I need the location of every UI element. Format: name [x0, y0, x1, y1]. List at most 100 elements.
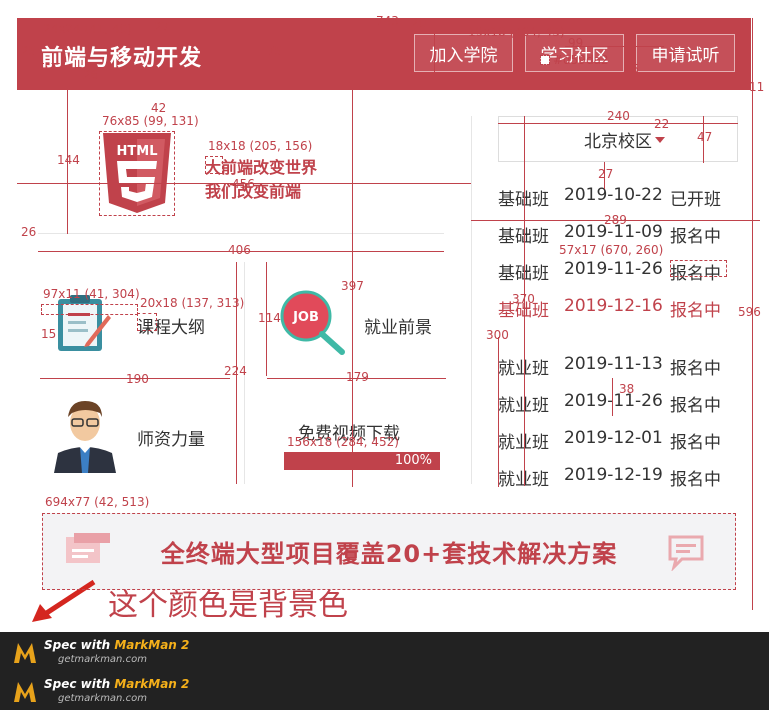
job-prospects-label[interactable]: 就业前景: [364, 313, 432, 338]
faculty-label[interactable]: 师资力量: [137, 425, 205, 450]
spec-label: 224: [224, 364, 247, 378]
campus-select-value: 北京校区: [584, 131, 652, 152]
color-swatch: [540, 55, 550, 65]
spec-label: #d59da2: [553, 53, 609, 67]
class-status: 报名中: [670, 227, 721, 247]
brand-title: 前端与移动开发: [41, 46, 203, 71]
spec-box: [42, 513, 736, 590]
class-type: 基础班: [498, 185, 564, 215]
chevron-down-icon: [655, 137, 665, 143]
class-type: 就业班: [498, 428, 564, 458]
spec-line: [498, 337, 499, 487]
spec-label: 99: [568, 36, 584, 50]
spec-label: 156x18 (284, 452): [287, 435, 399, 449]
spec-box: [284, 452, 440, 470]
class-status: 报名中: [670, 301, 721, 321]
spec-label: 694x77 (42, 513): [45, 495, 150, 509]
spec-label: 397: [341, 279, 364, 293]
spec-label: 15: [624, 62, 640, 76]
hero-divider: [38, 233, 444, 234]
spec-label: 240: [607, 109, 630, 123]
spec-box: [41, 304, 138, 315]
schedule-row[interactable]: 基础班 2019-10-22 已开班: [498, 185, 738, 215]
join-college-button[interactable]: 加入学院: [414, 34, 513, 72]
class-type: 就业班: [498, 354, 564, 384]
spec-label: 76x85 (99, 131): [102, 114, 199, 128]
spec-label: 144: [57, 153, 80, 167]
spec-line: [498, 123, 738, 124]
spec-box: [137, 313, 157, 331]
spec-label: 743: [376, 14, 399, 28]
class-date: 2019-10-22: [564, 185, 663, 205]
markman-logo-icon: [14, 643, 36, 663]
markman-title: Spec with MarkMan 2: [44, 638, 190, 652]
spec-label: 42: [151, 101, 167, 115]
teacher-avatar-icon[interactable]: [50, 395, 120, 473]
markman-bar: Spec with MarkMan 2 getmarkman.com: [0, 632, 769, 671]
class-status: 报名中: [670, 359, 721, 379]
page-canvas: 前端与移动开发 加入学院 学习社区 申请试听 HTML 大前端改变世界 我们改变…: [0, 0, 769, 710]
class-date: 2019-11-13: [564, 354, 663, 374]
spec-label: 18x18 (205, 156): [208, 139, 313, 153]
class-date: 2019-11-26: [564, 391, 663, 411]
class-type: 基础班: [498, 222, 564, 252]
spec-label: 15: [41, 327, 57, 341]
apply-trial-button[interactable]: 申请试听: [636, 34, 735, 72]
markman-logo-icon: [14, 682, 36, 702]
spec-label: 26: [83, 68, 99, 82]
spec-label: 20: [411, 16, 427, 30]
spec-label: 27: [154, 20, 170, 34]
spec-label: 24x24 (41, 40): [43, 22, 132, 36]
schedule-row[interactable]: 就业班 2019-11-13 报名中: [498, 354, 738, 384]
spec-label: 456: [232, 177, 255, 191]
spec-label: 190: [126, 372, 149, 386]
spec-label: 97x11 (41, 304): [43, 287, 140, 301]
spec-label: 26: [21, 225, 37, 239]
spec-label: 25: [21, 44, 37, 58]
spec-label: 47: [697, 130, 713, 144]
class-status: 报名中: [670, 433, 721, 453]
spec-label: 289: [604, 213, 627, 227]
markman-site: getmarkman.com: [58, 693, 147, 704]
spec-label: 300: [486, 328, 509, 342]
spec-label: 20x18 (137, 313): [140, 296, 245, 310]
spec-label: 370: [512, 292, 535, 306]
class-type: 就业班: [498, 391, 564, 421]
spec-label: 406: [228, 243, 251, 257]
clipboard-icon[interactable]: [52, 293, 112, 355]
markman-title: Spec with MarkMan 2: [44, 677, 190, 691]
class-status: 报名中: [670, 470, 721, 490]
spec-label: 38: [619, 382, 635, 396]
job-search-icon[interactable]: JOB: [278, 290, 346, 356]
column-divider: [471, 116, 472, 484]
spec-label: 75: [267, 44, 283, 58]
spec-box: [670, 260, 727, 277]
class-date: 2019-12-01: [564, 428, 663, 448]
class-date: 2019-12-19: [564, 465, 663, 485]
class-date: 2019-11-26: [564, 259, 663, 279]
markman-bar: Spec with MarkMan 2 getmarkman.com: [0, 671, 769, 710]
class-type: 基础班: [498, 259, 564, 289]
schedule-row[interactable]: 就业班 2019-12-01 报名中: [498, 428, 738, 458]
spec-label: 114: [258, 311, 281, 325]
spec-label: 19x18 (464, 43): [468, 25, 565, 39]
spec-label: 57x17 (670, 260): [559, 243, 664, 257]
schedule-row[interactable]: 就业班 2019-11-26 报名中: [498, 391, 738, 421]
spec-line: [612, 378, 613, 416]
spec-line: [434, 18, 435, 74]
spec-label: 22: [654, 117, 670, 131]
spec-box: [99, 131, 175, 216]
markman-site: getmarkman.com: [58, 654, 147, 665]
class-type: 就业班: [498, 465, 564, 495]
class-status: 已开班: [670, 190, 721, 210]
spec-label: 596: [738, 305, 761, 319]
spec-box: [41, 40, 65, 64]
spec-label: 179: [346, 370, 369, 384]
class-status: 报名中: [670, 396, 721, 416]
spec-box: [205, 156, 223, 174]
job-badge-text: JOB: [292, 310, 319, 325]
spec-label: 27: [598, 167, 614, 181]
schedule-row[interactable]: 就业班 2019-12-19 报名中: [498, 465, 738, 495]
class-date: 2019-12-16: [564, 296, 663, 316]
spec-label: 11: [749, 80, 765, 94]
